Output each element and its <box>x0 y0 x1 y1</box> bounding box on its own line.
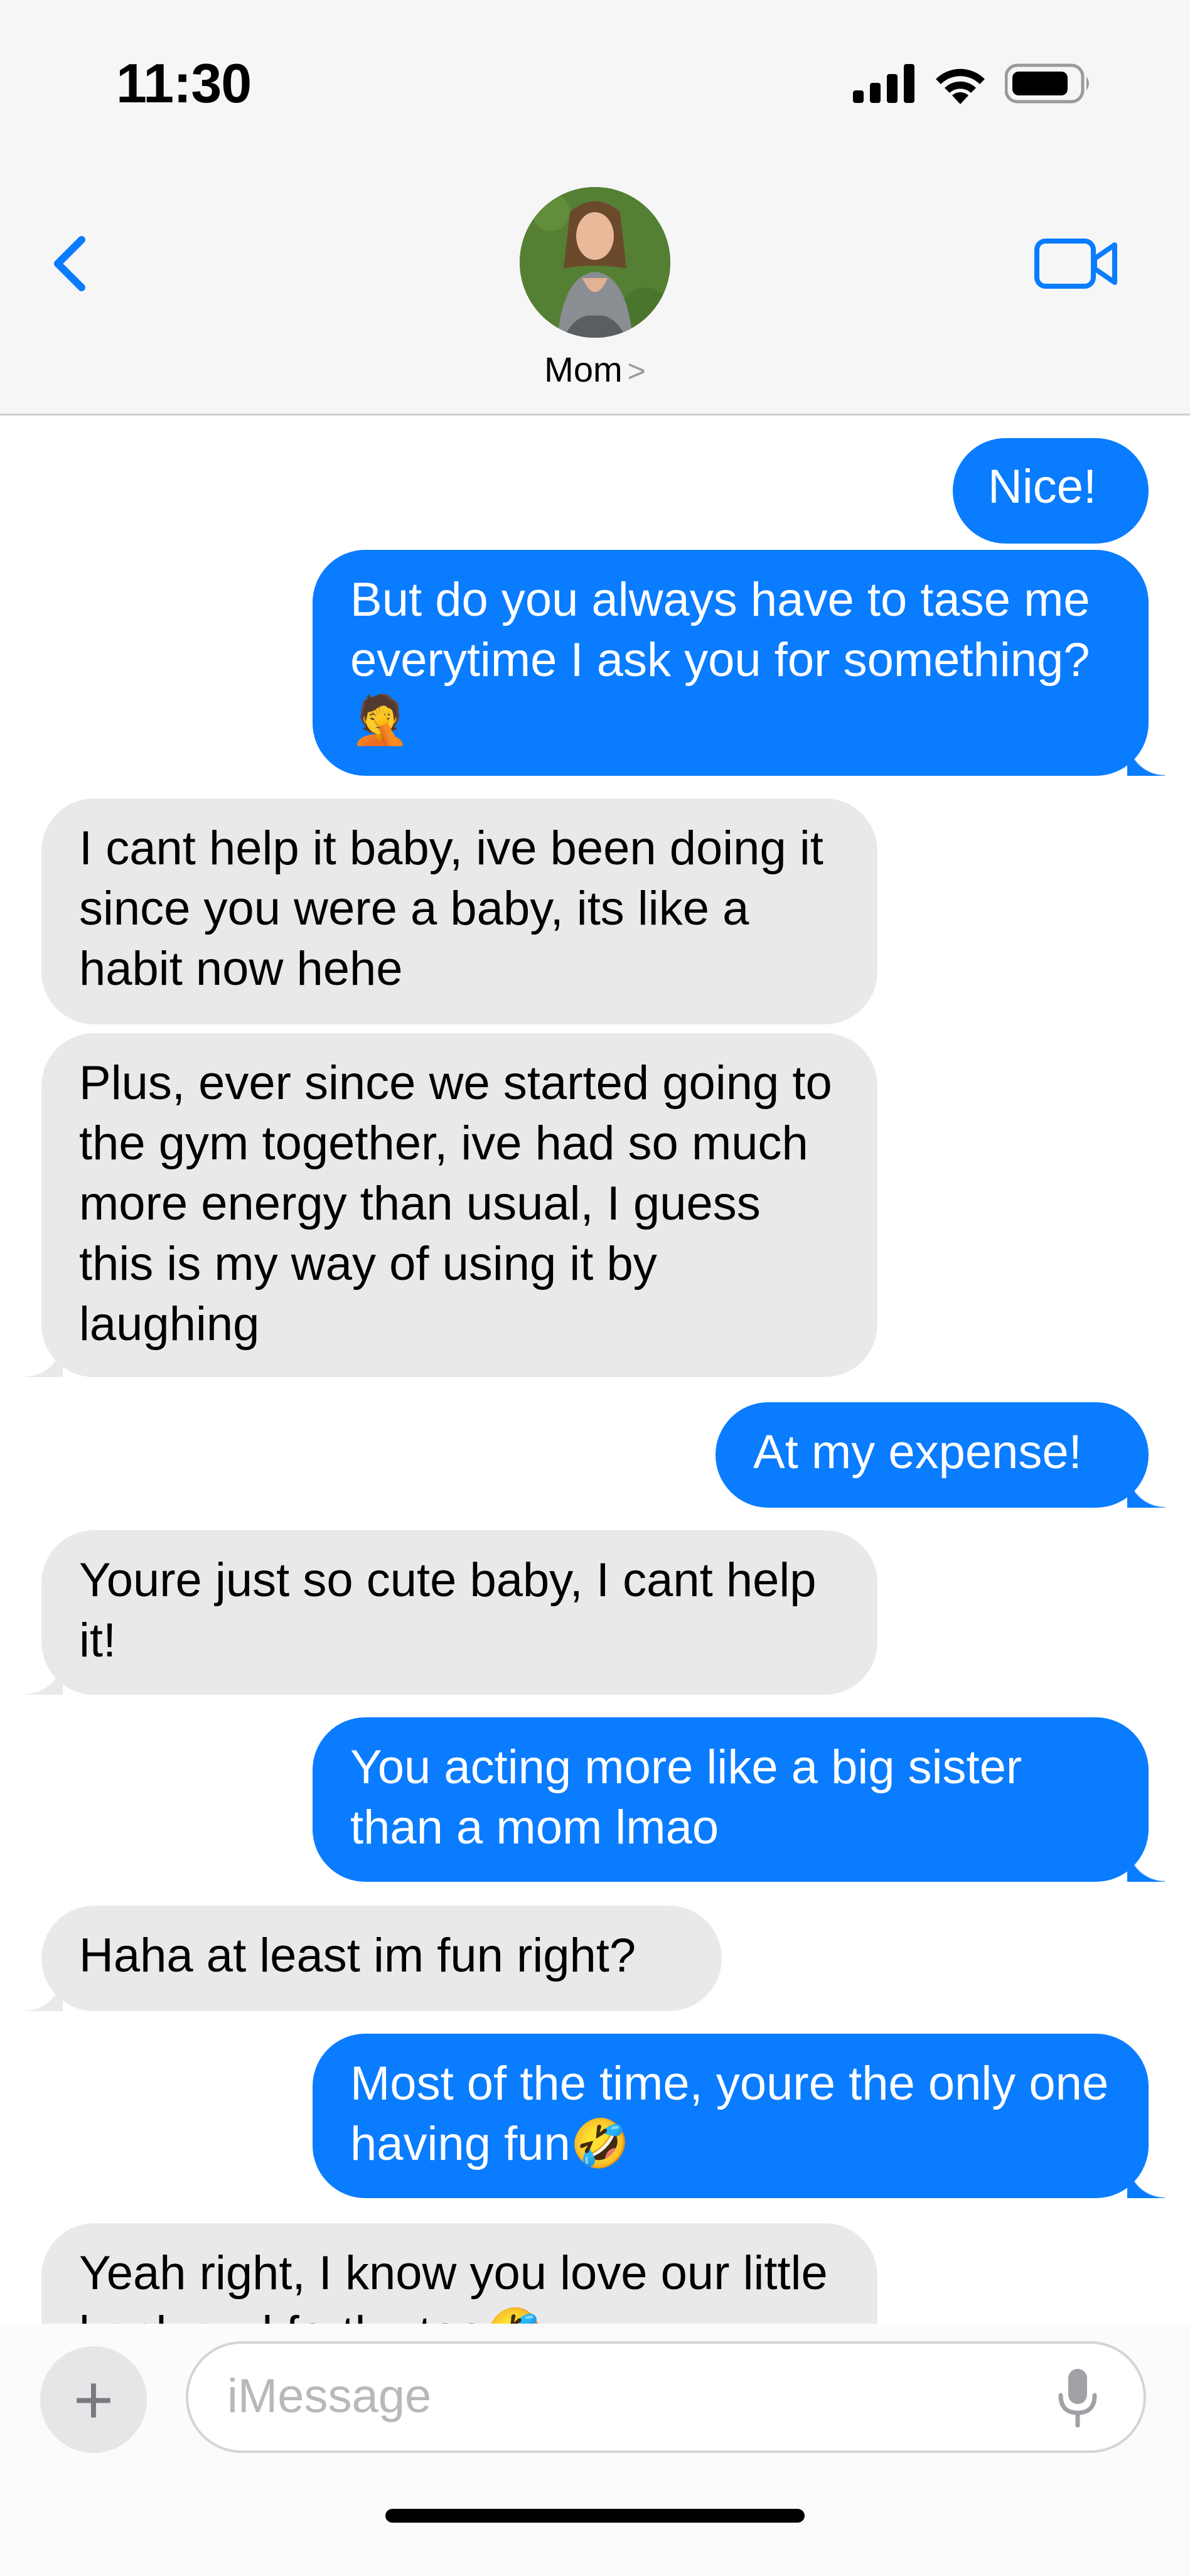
message-text: Most of the time, youre the only one hav… <box>350 2057 1109 2171</box>
avatar-photo <box>520 187 670 338</box>
message-text: But do you always have to tase me everyt… <box>350 573 1090 747</box>
facetime-video-button[interactable] <box>1033 232 1121 295</box>
message-text: Nice! <box>988 460 1097 513</box>
message-text: You acting more like a big sister than a… <box>350 1741 1022 1854</box>
contact-avatar[interactable] <box>520 187 670 338</box>
battery-icon <box>1005 63 1089 104</box>
message-text: Youre just so cute baby, I cant help it! <box>79 1554 817 1667</box>
message-bubble-received[interactable]: Plus, ever since we started going to the… <box>25 1033 877 1377</box>
microphone-icon[interactable] <box>1056 2366 1100 2429</box>
back-button[interactable] <box>44 226 100 301</box>
imessage-screen: 11:30 Mom > Nice! But do you always have… <box>0 0 1190 2576</box>
status-icons <box>853 63 1093 104</box>
message-input-placeholder: iMessage <box>227 2369 432 2423</box>
message-bubble-sent[interactable]: But do you always have to tase me everyt… <box>313 550 1165 776</box>
wifi-icon <box>936 68 985 104</box>
message-input[interactable]: iMessage <box>186 2341 1146 2453</box>
status-time: 11:30 <box>116 52 252 114</box>
back-chevron-icon <box>54 236 85 291</box>
message-bubble-sent[interactable]: You acting more like a big sister than a… <box>313 1717 1165 1882</box>
message-bubble-sent[interactable]: Most of the time, youre the only one hav… <box>313 2034 1165 2198</box>
message-bubble-received[interactable]: Haha at least im fun right? <box>25 1906 722 2011</box>
compose-bar: + iMessage <box>0 2324 1190 2576</box>
message-bubble-sent[interactable]: At my expense! <box>716 1402 1165 1508</box>
plus-icon: + <box>73 2361 114 2439</box>
message-text: At my expense! <box>753 1425 1082 1479</box>
message-bubble-received[interactable]: Yeah right, I know you love our little b… <box>41 2223 877 2324</box>
video-camera-icon <box>1034 239 1117 289</box>
message-text: I cant help it baby, ive been doing it s… <box>79 822 823 996</box>
message-thread[interactable]: Nice! But do you always have to tase me … <box>0 416 1190 2324</box>
conversation-header: 11:30 Mom > <box>0 0 1190 416</box>
message-text: Plus, ever since we started going to the… <box>79 1056 832 1351</box>
contact-name: Mom <box>544 350 623 389</box>
signal-icon <box>853 64 914 103</box>
home-indicator[interactable] <box>385 2509 805 2523</box>
message-text: Haha at least im fun right? <box>79 1929 636 1982</box>
chevron-right-icon: > <box>627 353 646 389</box>
message-bubble-received[interactable]: I cant help it baby, ive been doing it s… <box>41 798 877 1024</box>
contact-name-button[interactable]: Mom > <box>0 349 1190 390</box>
message-bubble-received[interactable]: Youre just so cute baby, I cant help it! <box>25 1530 877 1695</box>
plus-button[interactable]: + <box>40 2346 147 2453</box>
message-bubble-sent[interactable]: Nice! <box>953 438 1149 544</box>
message-text: Yeah right, I know you love our little b… <box>79 2246 828 2324</box>
